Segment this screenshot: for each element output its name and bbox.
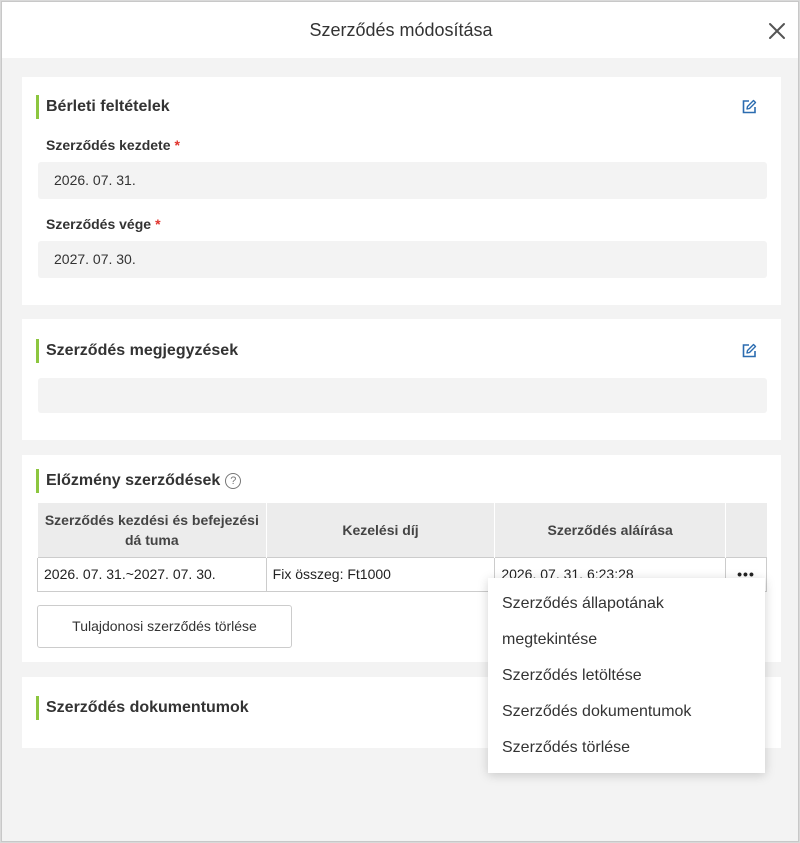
table-header-row: Szerződés kezdési és befejezési dá tuma … <box>37 503 767 557</box>
column-header-signed: Szerződés aláírása <box>494 503 726 557</box>
edit-notes-icon[interactable] <box>741 343 757 359</box>
modal-title: Szerződés módosítása <box>309 20 493 40</box>
end-date-field[interactable]: 2027. 07. 30. <box>38 241 767 278</box>
delete-owner-contract-button[interactable]: Tulajdonosi szerződés törlése <box>37 605 292 648</box>
cell-period: 2026. 07. 31.~2027. 07. 30. <box>37 556 267 592</box>
history-title: Előzmény szerződések? <box>36 469 242 493</box>
menu-item-download[interactable]: Szerződés letöltése <box>488 658 765 694</box>
required-marker: * <box>174 137 180 153</box>
notes-field[interactable] <box>38 378 767 413</box>
lease-terms-card: Bérleti feltételek Szerződés kezdete * 20… <box>22 77 781 305</box>
modal-header: Szerződés módosítása <box>2 2 798 58</box>
required-marker: * <box>155 216 161 232</box>
start-date-label: Szerződés kezdete * <box>46 137 180 153</box>
menu-item-view-status[interactable]: Szerződés állapotának megtekintése <box>488 586 765 658</box>
column-header-fee: Kezelési díj <box>265 503 495 557</box>
cell-fee: Fix összeg: Ft1000 <box>265 556 496 592</box>
end-date-label: Szerződés vége * <box>46 216 161 232</box>
start-date-field[interactable]: 2026. 07. 31. <box>38 162 767 199</box>
lease-terms-title: Bérleti feltételek <box>36 95 170 119</box>
column-header-period: Szerződés kezdési és befejezési dá tuma <box>37 503 267 557</box>
edit-lease-terms-icon[interactable] <box>741 99 757 115</box>
menu-item-documents[interactable]: Szerződés dokumentumok <box>488 694 765 730</box>
help-icon[interactable]: ? <box>225 473 242 489</box>
close-icon[interactable] <box>766 20 788 42</box>
menu-item-delete[interactable]: Szerződés törlése <box>488 730 765 766</box>
notes-card: Szerződés megjegyzések <box>22 319 781 440</box>
row-actions-menu: Szerződés állapotának megtekintése Szerz… <box>488 578 765 773</box>
notes-title: Szerződés megjegyzések <box>36 339 238 363</box>
documents-title: Szerződés dokumentumok <box>36 696 249 720</box>
column-header-actions <box>725 503 767 557</box>
